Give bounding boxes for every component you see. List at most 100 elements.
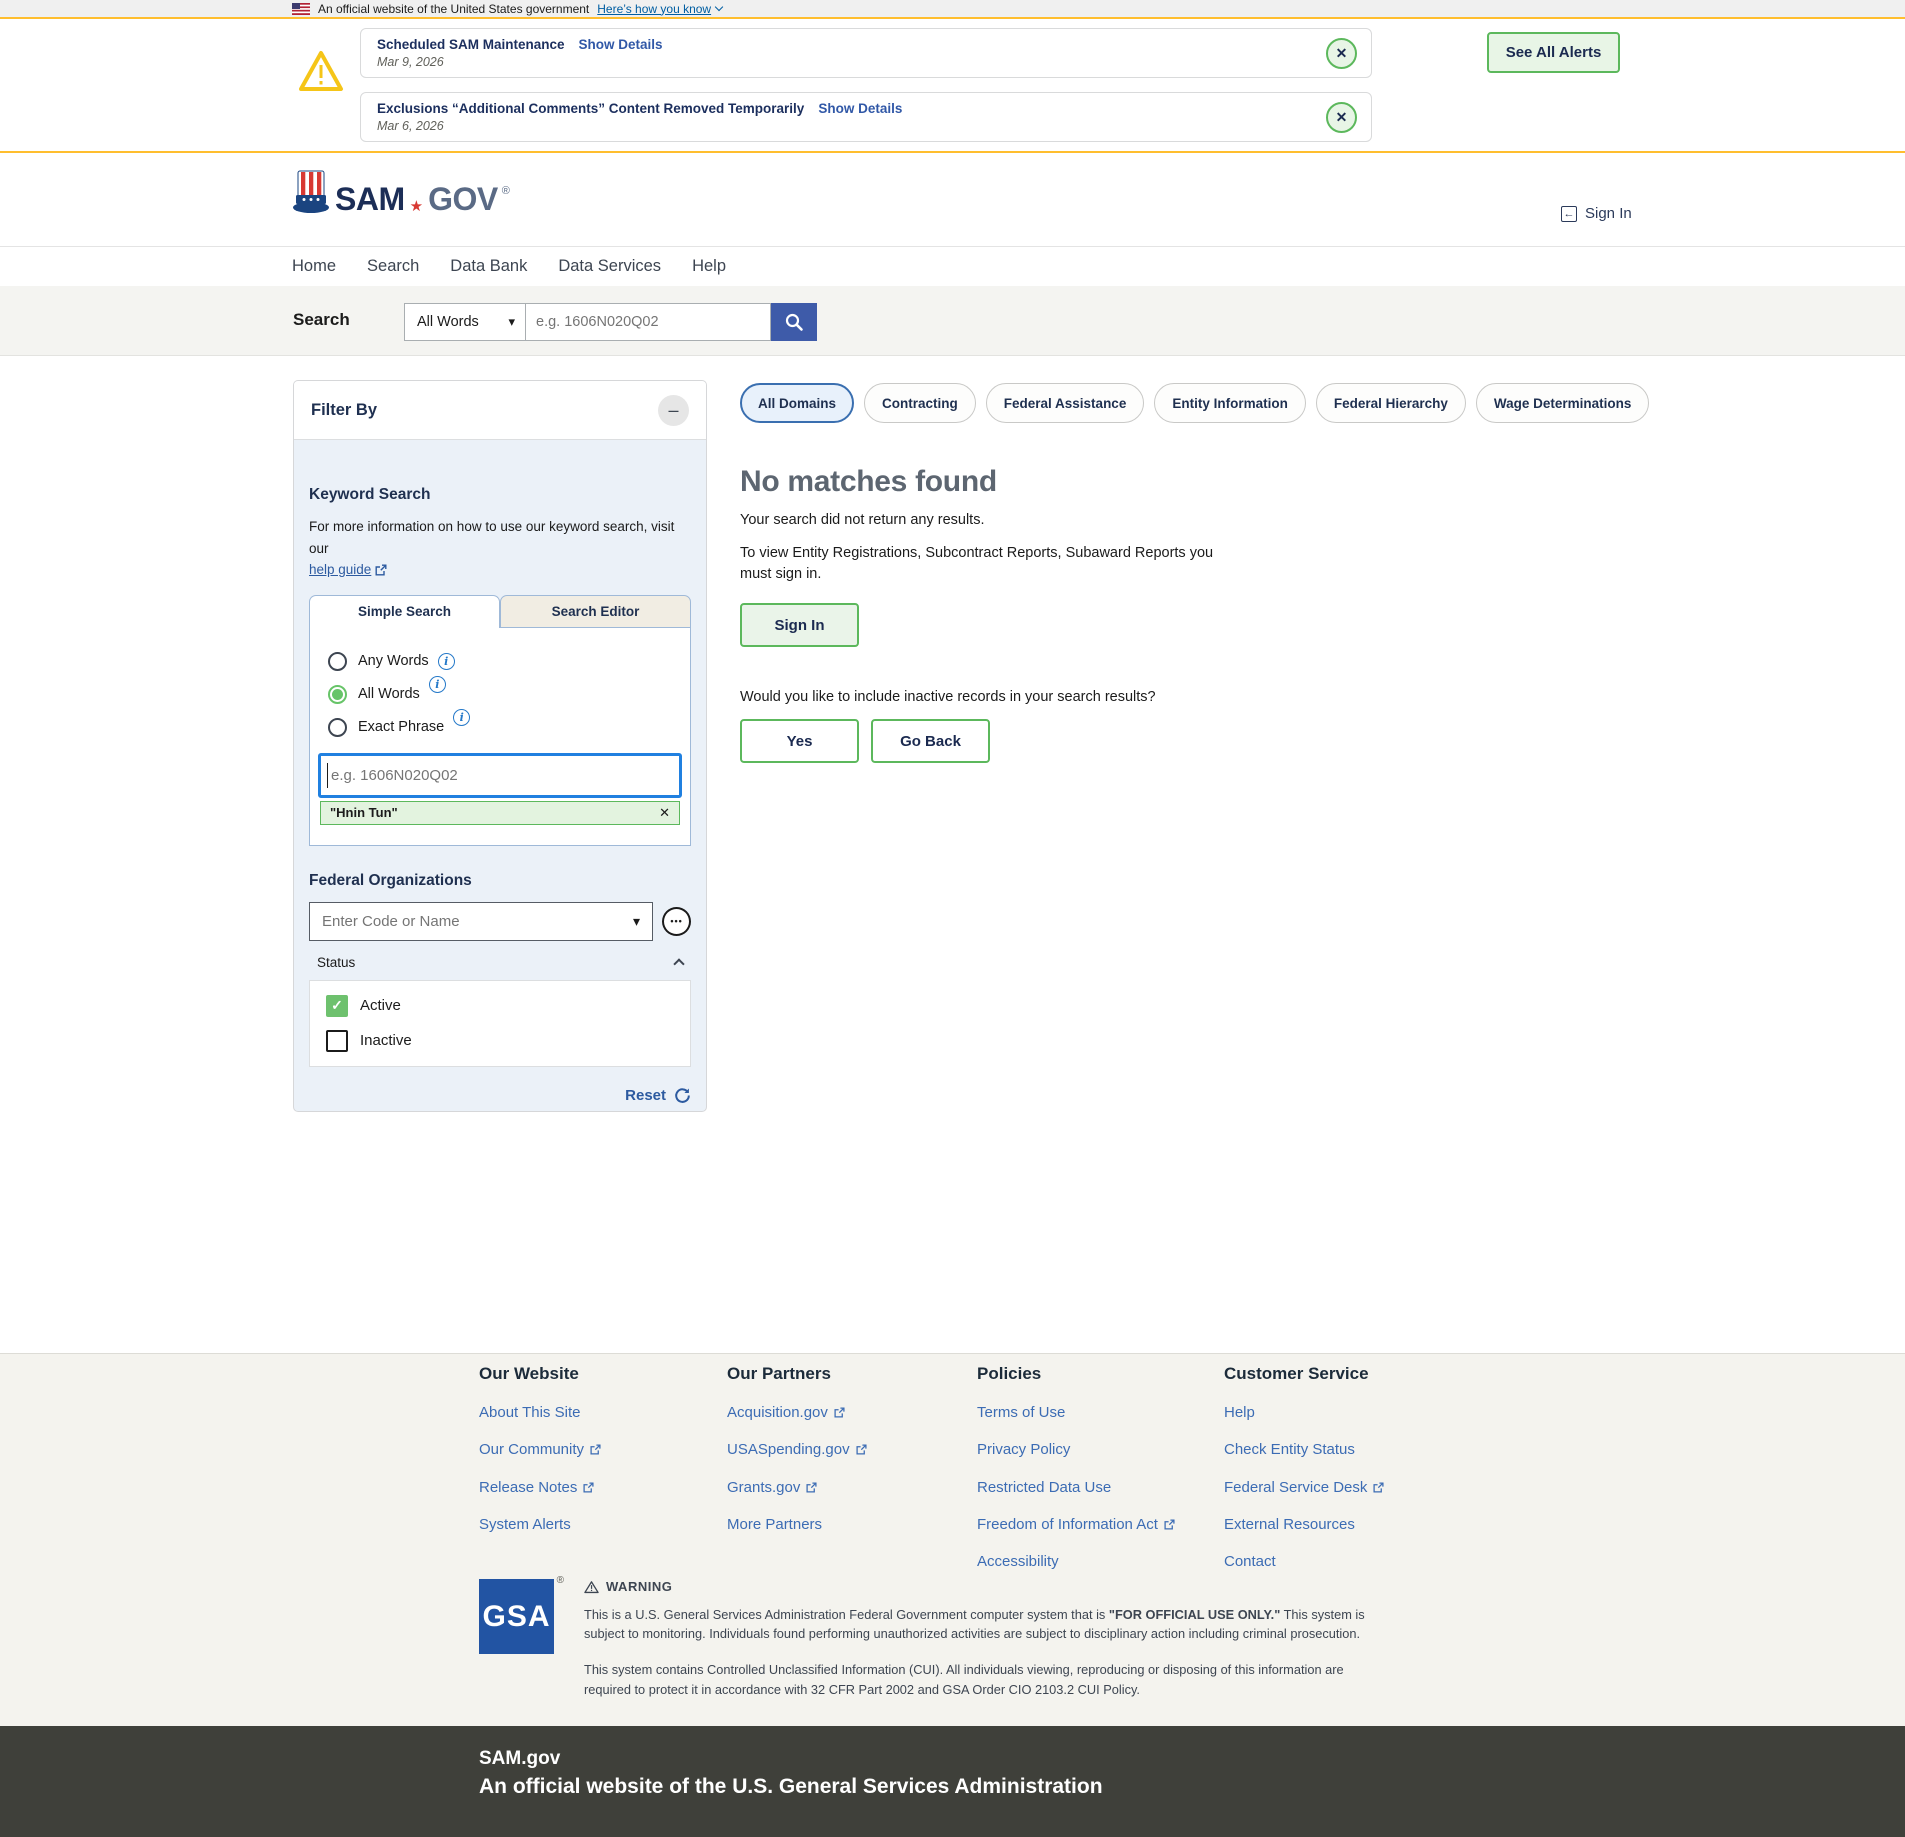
footer-link[interactable]: System Alerts (479, 1516, 601, 1533)
sam-gov-logo[interactable]: SAM ★ GOV ® (291, 169, 510, 215)
checkbox-label: Active (360, 997, 401, 1014)
go-back-button[interactable]: Go Back (871, 719, 990, 763)
footer-link[interactable]: Terms of Use (977, 1404, 1175, 1421)
nav-item-help[interactable]: Help (692, 257, 726, 276)
footer-site-subtitle: An official website of the U.S. General … (479, 1775, 1103, 1799)
footer-link[interactable]: Our Community (479, 1441, 601, 1458)
footer-link[interactable]: Help (1224, 1404, 1384, 1421)
uncle-sam-hat-icon (291, 169, 331, 215)
sign-in-link[interactable]: ← Sign In (1561, 205, 1632, 222)
domain-pill-entity-information[interactable]: Entity Information (1154, 383, 1306, 423)
warning-heading: WARNING (606, 1579, 672, 1594)
close-icon[interactable]: ✕ (1326, 38, 1357, 69)
warning-paragraph-1: This is a U.S. General Services Administ… (584, 1605, 1374, 1643)
footer-link[interactable]: Contact (1224, 1553, 1384, 1570)
alert-card: Exclusions “Additional Comments” Content… (360, 92, 1372, 142)
sign-in-button[interactable]: Sign In (740, 603, 859, 647)
search-input[interactable] (526, 303, 771, 341)
nav-item-search[interactable]: Search (367, 257, 419, 276)
radio-any-words[interactable] (328, 652, 347, 671)
footer-link[interactable]: Privacy Policy (977, 1441, 1175, 1458)
footer-link[interactable]: Accessibility (977, 1553, 1175, 1570)
show-details-link[interactable]: Show Details (579, 37, 663, 52)
checkbox-row-active[interactable]: ✓ Active (326, 995, 674, 1017)
external-link-icon (834, 1407, 845, 1418)
footer-heading: Policies (977, 1364, 1175, 1384)
identity-footer: SAM.gov An official website of the U.S. … (0, 1726, 1905, 1837)
yes-button[interactable]: Yes (740, 719, 859, 763)
active-checkbox[interactable]: ✓ (326, 995, 348, 1017)
footer-link[interactable]: Grants.gov (727, 1479, 867, 1496)
more-options-button[interactable]: ••• (662, 907, 691, 936)
domain-pill-contracting[interactable]: Contracting (864, 383, 976, 423)
inactive-records-question: Would you like to include inactive recor… (740, 689, 1585, 705)
footer-heading: Our Website (479, 1364, 601, 1384)
sam-gov-page: An official website of the United States… (0, 0, 1905, 1837)
gov-banner-text: An official website of the United States… (318, 2, 589, 16)
footer-link[interactable]: Freedom of Information Act (977, 1516, 1175, 1533)
info-icon[interactable]: i (453, 709, 470, 726)
inactive-checkbox[interactable] (326, 1030, 348, 1052)
see-all-alerts-button[interactable]: See All Alerts (1487, 32, 1620, 73)
gsa-logo: GSA ® (479, 1579, 554, 1699)
footer-link[interactable]: Federal Service Desk (1224, 1479, 1384, 1496)
footer-link[interactable]: Check Entity Status (1224, 1441, 1384, 1458)
no-results-text: Your search did not return any results. (740, 512, 1585, 528)
alert-date: Mar 9, 2026 (377, 55, 1326, 69)
nav-item-data-bank[interactable]: Data Bank (450, 257, 527, 276)
domain-pill-federal-hierarchy[interactable]: Federal Hierarchy (1316, 383, 1466, 423)
footer-link[interactable]: Restricted Data Use (977, 1479, 1175, 1496)
domain-pill-federal-assistance[interactable]: Federal Assistance (986, 383, 1145, 423)
federal-org-dropdown[interactable]: Enter Code or Name ▾ (309, 902, 653, 941)
show-details-link[interactable]: Show Details (818, 101, 902, 116)
sign-in-note: To view Entity Registrations, Subcontrac… (740, 543, 1245, 585)
how-you-know-link[interactable]: Here’s how you know (597, 2, 722, 16)
footer-link[interactable]: USASpending.gov (727, 1441, 867, 1458)
reset-link[interactable]: Reset (625, 1087, 666, 1104)
help-guide-link[interactable]: help guide (309, 559, 387, 581)
footer-link[interactable]: Acquisition.gov (727, 1404, 867, 1421)
radio-all-words[interactable] (328, 685, 347, 704)
search-button[interactable] (771, 303, 817, 341)
domain-pill-wage-determinations[interactable]: Wage Determinations (1476, 383, 1650, 423)
external-link-icon (806, 1482, 817, 1493)
logo-gov-text: GOV (428, 183, 498, 215)
close-icon[interactable]: ✕ (1326, 102, 1357, 133)
chevron-down-icon (715, 3, 723, 11)
info-icon[interactable]: i (438, 653, 455, 670)
footer-link[interactable]: External Resources (1224, 1516, 1384, 1533)
sign-in-icon: ← (1561, 206, 1577, 222)
text-cursor (327, 763, 328, 788)
warning-icon (584, 1580, 599, 1594)
alert-list: Scheduled SAM Maintenance Show Details M… (360, 28, 1372, 142)
simple-search-body: Any Words i All Words i Exact Phrase i (309, 628, 691, 846)
tab-simple-search[interactable]: Simple Search (309, 595, 500, 628)
search-icon (784, 312, 804, 332)
keyword-input[interactable] (318, 753, 682, 798)
nav-item-data-services[interactable]: Data Services (558, 257, 661, 276)
chevron-up-icon[interactable] (673, 959, 684, 970)
warning-triangle-icon (297, 49, 345, 93)
checkbox-row-inactive[interactable]: Inactive (326, 1030, 674, 1052)
footer-column-customer-service: Customer Service Help Check Entity Statu… (1224, 1364, 1384, 1570)
tab-search-editor[interactable]: Search Editor (500, 595, 691, 628)
results-section: All Domains Contracting Federal Assistan… (740, 383, 1585, 763)
status-label: Status (317, 955, 355, 970)
nav-item-home[interactable]: Home (292, 257, 336, 276)
footer-link[interactable]: About This Site (479, 1404, 601, 1421)
footer-link[interactable]: Release Notes (479, 1479, 601, 1496)
remove-tag-icon[interactable]: ✕ (659, 805, 670, 821)
info-icon[interactable]: i (429, 676, 446, 693)
filter-panel: Filter By – Keyword Search For more info… (293, 380, 707, 1112)
collapse-filters-button[interactable]: – (658, 395, 689, 426)
radio-exact-phrase[interactable] (328, 718, 347, 737)
external-link-icon (856, 1444, 867, 1455)
footer-column-our-partners: Our Partners Acquisition.gov USASpending… (727, 1364, 867, 1533)
domain-pill-all-domains[interactable]: All Domains (740, 383, 854, 423)
search-band: Search All Words ▾ (0, 286, 1905, 356)
alert-date: Mar 6, 2026 (377, 119, 1326, 133)
filter-by-title: Filter By (311, 401, 377, 420)
footer-link[interactable]: More Partners (727, 1516, 867, 1533)
search-mode-dropdown[interactable]: All Words ▾ (404, 303, 526, 341)
reset-refresh-icon[interactable] (674, 1087, 691, 1104)
